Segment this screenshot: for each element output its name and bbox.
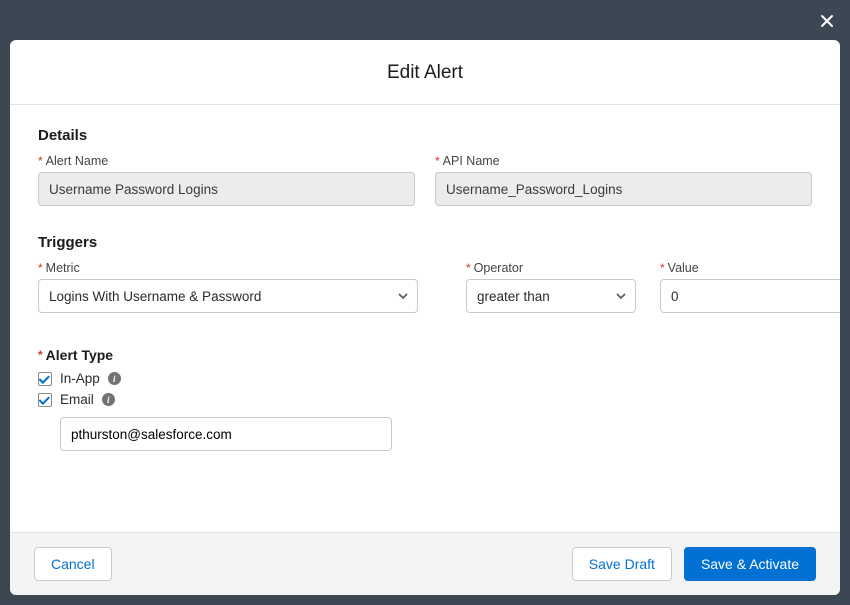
value-input[interactable]: [660, 279, 840, 313]
operator-label: * Operator: [466, 261, 636, 275]
section-details-title: Details: [38, 127, 812, 144]
required-marker: *: [38, 349, 43, 361]
required-marker: *: [38, 262, 43, 274]
section-triggers-title: Triggers: [38, 234, 812, 251]
metric-label: * Metric: [38, 261, 418, 275]
required-marker: *: [435, 155, 440, 167]
api-name-label: * API Name: [435, 154, 812, 168]
save-activate-button[interactable]: Save & Activate: [684, 547, 816, 581]
metric-select-value: Logins With Username & Password: [49, 289, 261, 304]
email-address-input[interactable]: [60, 417, 392, 451]
operator-select[interactable]: greater than: [466, 279, 636, 313]
required-marker: *: [660, 262, 665, 274]
chevron-down-icon: [397, 290, 409, 302]
edit-alert-modal: Edit Alert Details * Alert Name * API Na…: [10, 40, 840, 595]
chevron-down-icon: [615, 290, 627, 302]
modal-header: Edit Alert: [10, 40, 840, 105]
alert-name-label: * Alert Name: [38, 154, 415, 168]
email-checkbox[interactable]: [38, 393, 52, 407]
cancel-button[interactable]: Cancel: [34, 547, 112, 581]
info-icon[interactable]: i: [102, 393, 115, 406]
required-marker: *: [38, 155, 43, 167]
operator-select-value: greater than: [477, 289, 550, 304]
required-marker: *: [466, 262, 471, 274]
modal-footer: Cancel Save Draft Save & Activate: [10, 532, 840, 595]
in-app-checkbox-label: In-App: [60, 371, 100, 386]
value-label: * Value: [660, 261, 840, 275]
section-alert-type-title: * Alert Type: [38, 347, 812, 363]
close-icon[interactable]: [818, 12, 836, 30]
save-draft-button[interactable]: Save Draft: [572, 547, 672, 581]
modal-body: Details * Alert Name * API Name Triggers: [10, 105, 840, 532]
api-name-input[interactable]: [435, 172, 812, 206]
alert-name-input[interactable]: [38, 172, 415, 206]
metric-select[interactable]: Logins With Username & Password: [38, 279, 418, 313]
email-checkbox-label: Email: [60, 392, 94, 407]
info-icon[interactable]: i: [108, 372, 121, 385]
modal-title: Edit Alert: [10, 62, 840, 84]
in-app-checkbox[interactable]: [38, 372, 52, 386]
